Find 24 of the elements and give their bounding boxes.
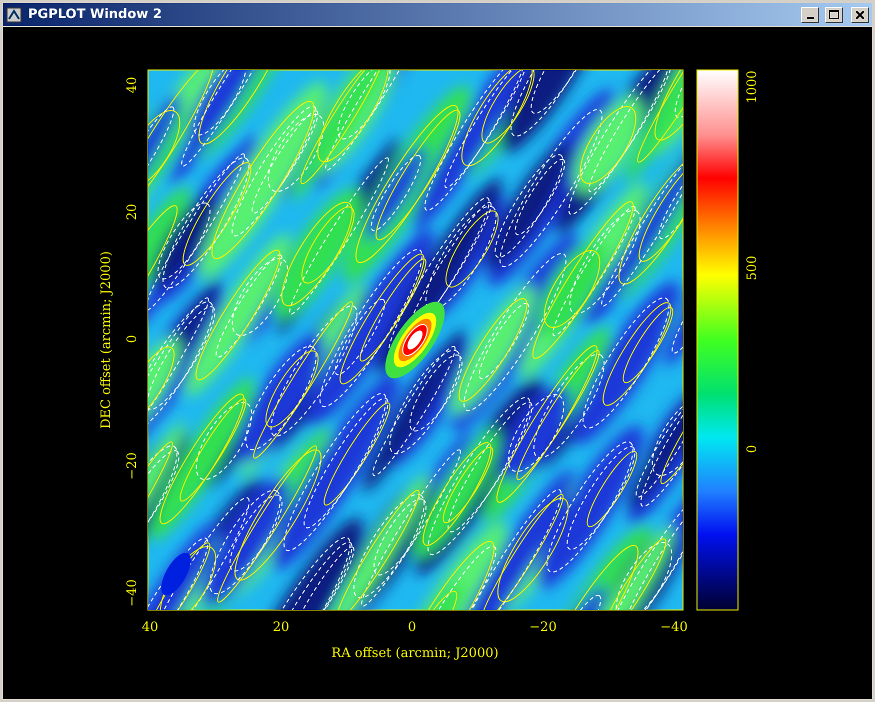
maximize-button[interactable] [825,6,843,22]
x-tick-label: 40 [142,620,158,635]
beam-ellipse [161,552,191,596]
app-icon [6,6,22,22]
minimize-button[interactable] [801,6,819,22]
y-tick-label: 0 [125,334,140,344]
colorbar-tick-label: 1000 [745,70,760,104]
x-axis-label: RA offset (arcmin; J2000) [331,646,499,661]
y-tick-label: −40 [125,579,140,607]
close-icon [856,10,864,18]
y-tick-label: −20 [125,452,140,480]
maximize-icon [829,10,839,19]
x-tick-label: −20 [529,620,557,635]
x-tick-label: −40 [660,620,688,635]
y-tick-label: 20 [125,204,140,220]
minimize-icon [806,16,814,18]
window-title: PGPLOT Window 2 [28,7,163,22]
x-tick-label: 20 [272,620,290,635]
colorbar-tick-label: 0 [745,444,760,454]
x-tick-label: 0 [408,620,416,635]
close-button[interactable] [851,6,869,22]
y-tick-label: 40 [125,76,140,94]
y-axis-label: DEC offset (arcmin; J2000) [99,251,114,429]
colorbar-tick-label: 500 [745,256,760,280]
